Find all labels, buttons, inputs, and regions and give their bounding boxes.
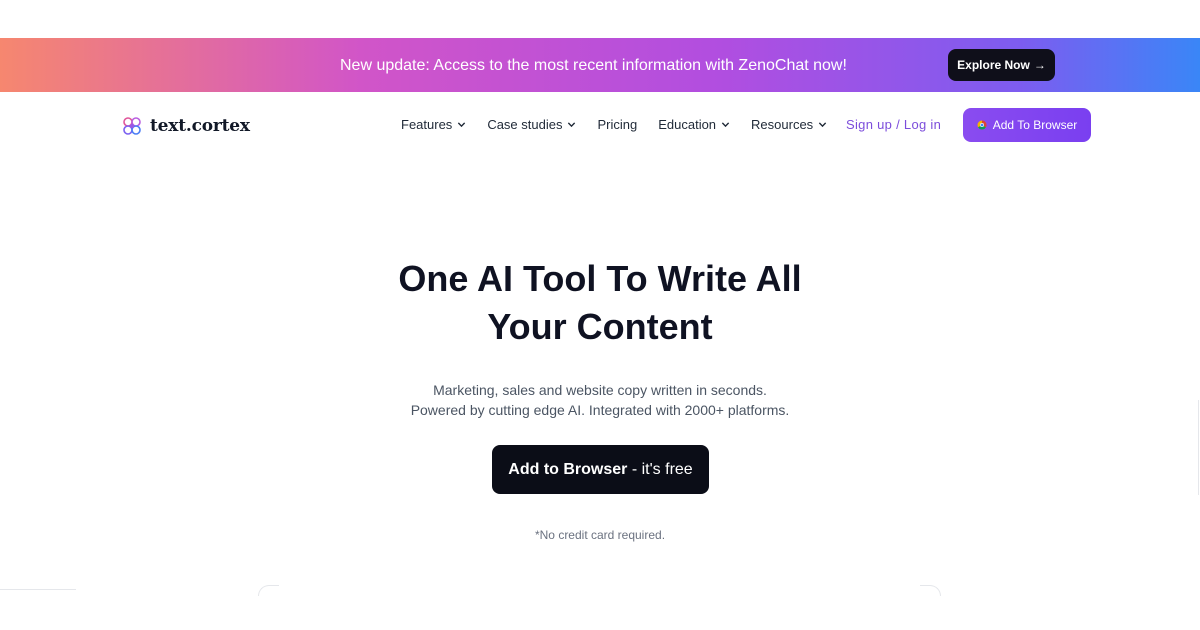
explore-now-label: Explore Now [957,58,1030,72]
nav-item-label: Resources [751,117,814,132]
cta-label-rest: - it's free [627,460,693,478]
chrome-icon [977,120,987,130]
hero-title-line-2: Your Content [487,306,713,347]
nav-item-label: Case studies [487,117,563,132]
announcement-banner: New update: Access to the most recent in… [0,38,1200,92]
logo-text: text.cortex [150,116,250,136]
logo[interactable]: text.cortex [120,114,250,138]
banner-text: New update: Access to the most recent in… [340,57,847,74]
decorative-arc [920,585,941,596]
chevron-down-icon [819,122,827,128]
cta-label-strong: Add to Browser [508,460,628,478]
nav-item-education[interactable]: Education [658,117,730,132]
nav-menu: Features Case studies Pricing Education … [401,117,848,132]
add-to-browser-button[interactable]: Add To Browser [963,108,1091,142]
no-credit-card-note: *No credit card required. [534,528,666,542]
chevron-down-icon [721,122,730,128]
add-to-browser-free-button[interactable]: Add to Browser - it's free [492,445,709,494]
nav-item-label: Education [658,117,717,132]
hero-title-line-1: One AI Tool To Write All [398,258,802,299]
main-navigation: text.cortex Features Case studies Pricin… [0,92,1200,158]
add-to-browser-label: Add To Browser [992,118,1078,132]
divider [0,589,76,590]
arrow-right-icon: → [1033,58,1046,72]
nav-item-resources[interactable]: Resources [751,117,827,132]
decorative-arc [258,585,279,596]
hero-subtitle: Marketing, sales and website copy writte… [0,380,1200,420]
hero-subtitle-line-2: Powered by cutting edge AI. Integrated w… [410,402,790,418]
hero-subtitle-line-1: Marketing, sales and website copy writte… [433,382,767,398]
top-spacer [0,0,1200,38]
chevron-down-icon [568,122,576,128]
nav-item-label: Features [401,117,453,132]
nav-item-pricing[interactable]: Pricing [597,117,637,132]
brain-logo-icon [123,117,141,135]
divider [1198,400,1199,495]
nav-item-features[interactable]: Features [401,117,466,132]
nav-item-case-studies[interactable]: Case studies [487,117,576,132]
explore-now-button[interactable]: Explore Now → [948,49,1055,81]
chevron-down-icon [458,122,466,128]
hero-title: One AI Tool To Write All Your Content [0,255,1200,351]
nav-item-label: Pricing [597,117,638,132]
signup-login-link[interactable]: Sign up / Log in [846,117,941,132]
